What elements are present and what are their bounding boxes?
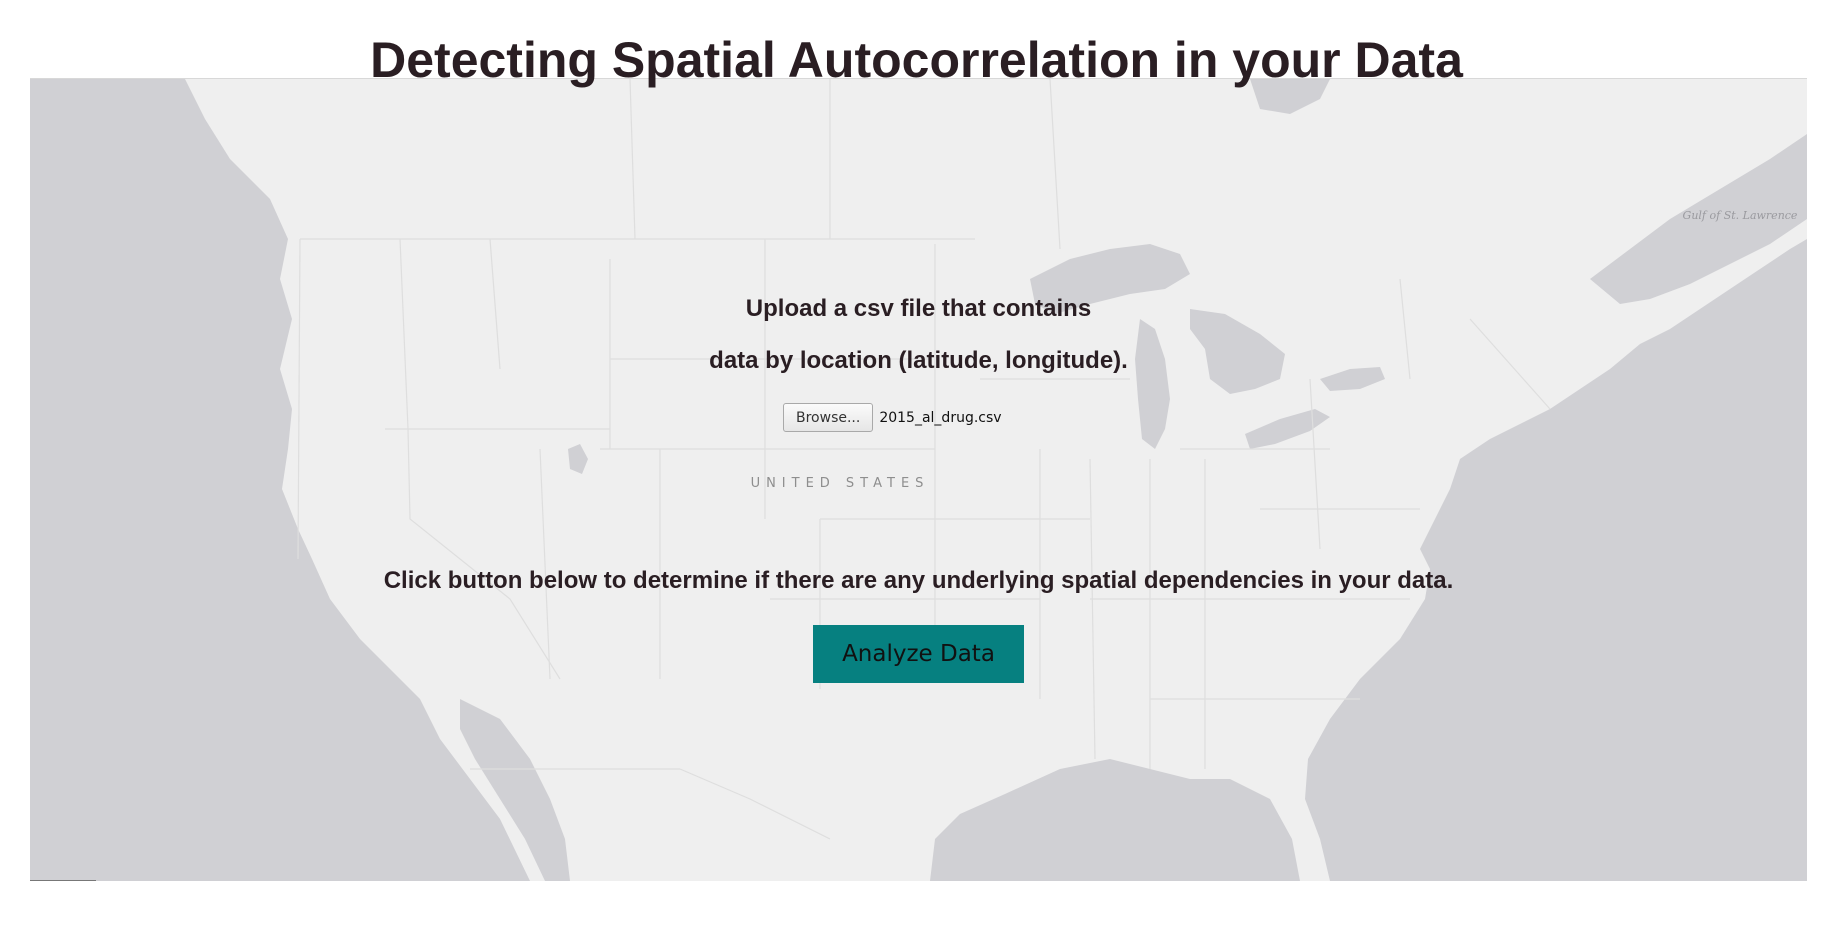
pacific-ocean (30, 79, 530, 881)
gulf-of-mexico (930, 759, 1300, 881)
browse-button[interactable]: Browse... (783, 403, 874, 432)
file-input[interactable]: Browse... 2015_al_drug.csv (783, 403, 1002, 432)
atlantic-ocean (1305, 239, 1807, 881)
lake-michigan (1135, 319, 1170, 449)
analyze-instruction: Click button below to determine if there… (383, 567, 1454, 594)
great-salt-lake (568, 444, 588, 474)
upload-instruction-line2: data by location (latitude, longitude). (709, 347, 1128, 374)
country-label: UNITED STATES (750, 476, 930, 491)
water-label: Gulf of St. Lawrence (1682, 209, 1798, 222)
map-attribution (30, 880, 96, 881)
map[interactable]: UNITED STATES Gulf of St. Lawrence Uploa… (30, 78, 1807, 881)
upload-instruction-line1: Upload a csv file that contains (745, 295, 1092, 322)
lake-erie (1245, 409, 1330, 449)
page-title: Detecting Spatial Autocorrelation in you… (370, 32, 1463, 88)
analyze-data-button[interactable]: Analyze Data (813, 625, 1024, 683)
selected-file-name: 2015_al_drug.csv (879, 409, 1002, 426)
